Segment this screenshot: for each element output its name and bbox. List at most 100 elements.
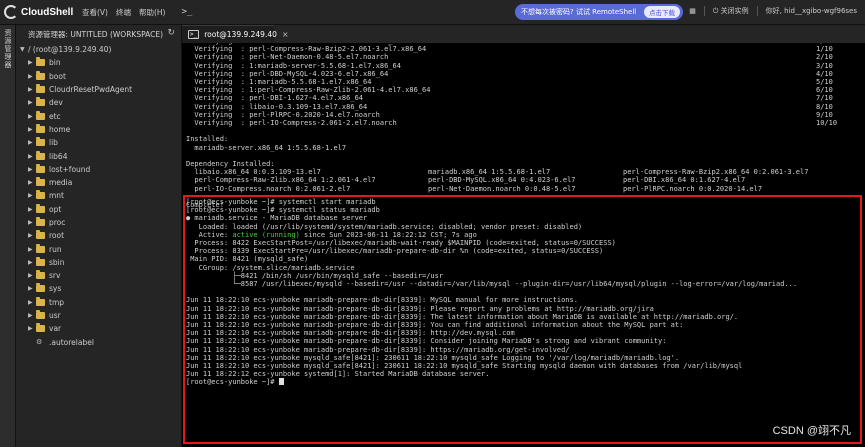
log-line: Jun 11 18:22:10 ecs-yunboke mysqld_safe[… xyxy=(186,362,743,370)
verify-line: Verifying : libaio-0.3.109-13.el7.x86_64… xyxy=(186,102,833,111)
promo-banner[interactable]: 不想每次被密码? 试试 RemoteShell 点击下载 xyxy=(515,4,683,20)
user-name[interactable]: 你好, hid__xgibo-wgf96ses xyxy=(766,6,857,16)
folder-label: mnt xyxy=(49,191,64,201)
folder-label: lib64 xyxy=(49,151,68,161)
tree-folder[interactable]: ▶ etc xyxy=(16,109,181,122)
folder-icon xyxy=(36,57,45,67)
close-instance-label: 关闭实例 xyxy=(720,7,749,15)
tree-folder[interactable]: ▶ run xyxy=(16,242,181,255)
tree-folder[interactable]: ▶ sys xyxy=(16,282,181,295)
folder-label: boot xyxy=(49,71,66,81)
folder-icon xyxy=(36,177,45,187)
folder-icon xyxy=(36,217,45,226)
folder-icon xyxy=(36,283,45,293)
refresh-icon[interactable]: ↻ xyxy=(167,28,175,38)
chevron-right-icon: ▶ xyxy=(28,205,33,213)
top-right-actions: ▦ ⏻ 关闭实例 你好, hid__xgibo-wgf96ses xyxy=(689,6,857,16)
folder-icon xyxy=(36,203,45,213)
tree-folder[interactable]: ▶ root xyxy=(16,229,181,242)
folder-label: sbin xyxy=(49,257,65,267)
verify-line: Verifying : 1:mariadb-server-5.5.68-1.el… xyxy=(186,61,833,70)
terminal-icon[interactable]: >_ xyxy=(181,7,192,17)
tree-folder[interactable]: ▶ proc xyxy=(16,216,181,229)
download-button[interactable]: 点击下载 xyxy=(644,6,680,18)
folder-icon xyxy=(36,230,45,240)
chevron-right-icon: ▶ xyxy=(28,139,33,147)
chevron-right-icon: ▶ xyxy=(28,125,33,133)
chevron-right-icon: ▶ xyxy=(28,325,33,333)
tree-root[interactable]: ▼ / (root@139.9.249.40) xyxy=(16,43,181,56)
folder-label: usr xyxy=(49,311,61,321)
watermark: CSDN @翊不凡 xyxy=(772,425,851,437)
tree-root-label: / (root@139.9.249.40) xyxy=(28,45,112,55)
tree-folder[interactable]: ▶ opt xyxy=(16,203,181,216)
folder-label: lib xyxy=(49,138,58,148)
tab-bar: >_ root@139.9.249.40 × xyxy=(182,25,865,43)
close-icon[interactable]: × xyxy=(282,30,289,39)
folder-label: opt xyxy=(49,204,62,214)
explorer-title: 资源管理器: UNTITLED (WORKSPACE) xyxy=(28,29,164,39)
chevron-right-icon: ▶ xyxy=(28,272,33,280)
tree-folder[interactable]: ▶ boot xyxy=(16,70,181,83)
divider xyxy=(703,6,705,16)
tree-folder[interactable]: ▶ usr xyxy=(16,309,181,322)
status-process: Process: 8422 ExecStartPost=/usr/libexec… xyxy=(186,239,616,247)
folder-label: dev xyxy=(49,98,63,108)
folder-label: media xyxy=(49,178,73,188)
folder-icon xyxy=(36,296,45,306)
dependency-header: Dependency Installed: xyxy=(186,160,275,168)
tab-terminal[interactable]: >_ root@139.9.249.40 × xyxy=(182,25,289,43)
status-cgroup-item: ├─8421 /bin/sh /usr/bin/mysqld_safe --ba… xyxy=(186,271,444,280)
menu-view[interactable]: 查看(V) xyxy=(82,7,108,18)
tree-folder[interactable]: ▶ tmp xyxy=(16,296,181,309)
tree-folder[interactable]: ▶ lib xyxy=(16,136,181,149)
menu-bar: 查看(V) 终端 帮助(H) xyxy=(82,7,165,18)
folder-label: srv xyxy=(49,271,61,281)
file-tree: ▼ / (root@139.9.249.40) ▶ bin ▶ boot ▶ Cloudr… xyxy=(16,43,181,349)
prompt-line: [root@ecs-yunboke ~]# xyxy=(186,378,284,386)
chevron-right-icon: ▶ xyxy=(28,219,33,226)
folder-icon xyxy=(36,323,45,333)
verify-line: Verifying : perl-PlRPC-0.2020-14.el7.noa… xyxy=(186,110,833,119)
installed-item: mariadb-server.x86_64 1:5.5.68-1.el7 xyxy=(186,143,347,152)
status-cgroup-item: └─8587 /usr/libexec/mysqld --basedir=/us… xyxy=(186,280,798,288)
tree-folder[interactable]: ▶ bin xyxy=(16,56,181,69)
tree-folder[interactable]: ▶ CloudrResetPwdAgent xyxy=(16,83,181,96)
folder-icon xyxy=(36,70,45,80)
chevron-right-icon: ▶ xyxy=(28,285,33,293)
log-line: Jun 11 18:22:12 ecs-yunboke systemd[1]: … xyxy=(186,370,490,379)
chevron-right-icon: ▶ xyxy=(28,312,33,320)
tree-folder[interactable]: ▶ srv xyxy=(16,269,181,282)
close-instance-button[interactable]: ⏻ 关闭实例 xyxy=(713,6,749,16)
tree-folder[interactable]: ▶ home xyxy=(16,123,181,136)
tree-folder[interactable]: ▶ sbin xyxy=(16,256,181,269)
log-line: Jun 11 18:22:10 ecs-yunboke mariadb-prep… xyxy=(186,312,739,321)
log-line: Jun 11 18:22:10 ecs-yunboke mariadb-prep… xyxy=(186,345,570,354)
terminal-tab-icon: >_ xyxy=(188,30,200,39)
menu-terminal[interactable]: 终端 xyxy=(116,7,131,18)
tree-folder[interactable]: ▶ var xyxy=(16,322,181,335)
terminal-output[interactable]: Verifying : 1:mariadb-server-5.5.68-1.el… xyxy=(182,43,865,447)
folder-icon xyxy=(36,190,45,200)
status-cgroup: CGroup: /system.slice/mariadb.service xyxy=(186,263,355,272)
divider xyxy=(756,6,758,16)
chevron-right-icon: ▶ xyxy=(28,86,33,94)
grid-icon[interactable]: ▦ xyxy=(689,7,696,15)
tree-folder[interactable]: ▶ lost+found xyxy=(16,163,181,176)
folder-label: root xyxy=(49,231,65,241)
chevron-right-icon: ▶ xyxy=(28,298,33,306)
chevron-right-icon: ▶ xyxy=(28,99,33,107)
folder-label: etc xyxy=(49,111,61,121)
tree-folder[interactable]: ▶ media xyxy=(16,176,181,189)
verify-line: Verifying : perl-Net-Daemon-0.48-5.el7.n… xyxy=(186,53,833,62)
tree-folder[interactable]: ▶ mnt xyxy=(16,189,181,202)
folder-icon xyxy=(36,84,45,94)
tree-folder[interactable]: ▶ lib64 xyxy=(16,149,181,162)
tree-file[interactable]: ⚙ .autorelabel xyxy=(16,336,181,349)
activity-explorer-label[interactable]: 资源管理器 xyxy=(3,29,13,69)
menu-help[interactable]: 帮助(H) xyxy=(139,7,166,18)
app-logo: CloudShell xyxy=(0,5,80,19)
chevron-right-icon: ▶ xyxy=(28,72,33,80)
tree-folder[interactable]: ▶ dev xyxy=(16,96,181,109)
folder-icon xyxy=(36,163,45,173)
